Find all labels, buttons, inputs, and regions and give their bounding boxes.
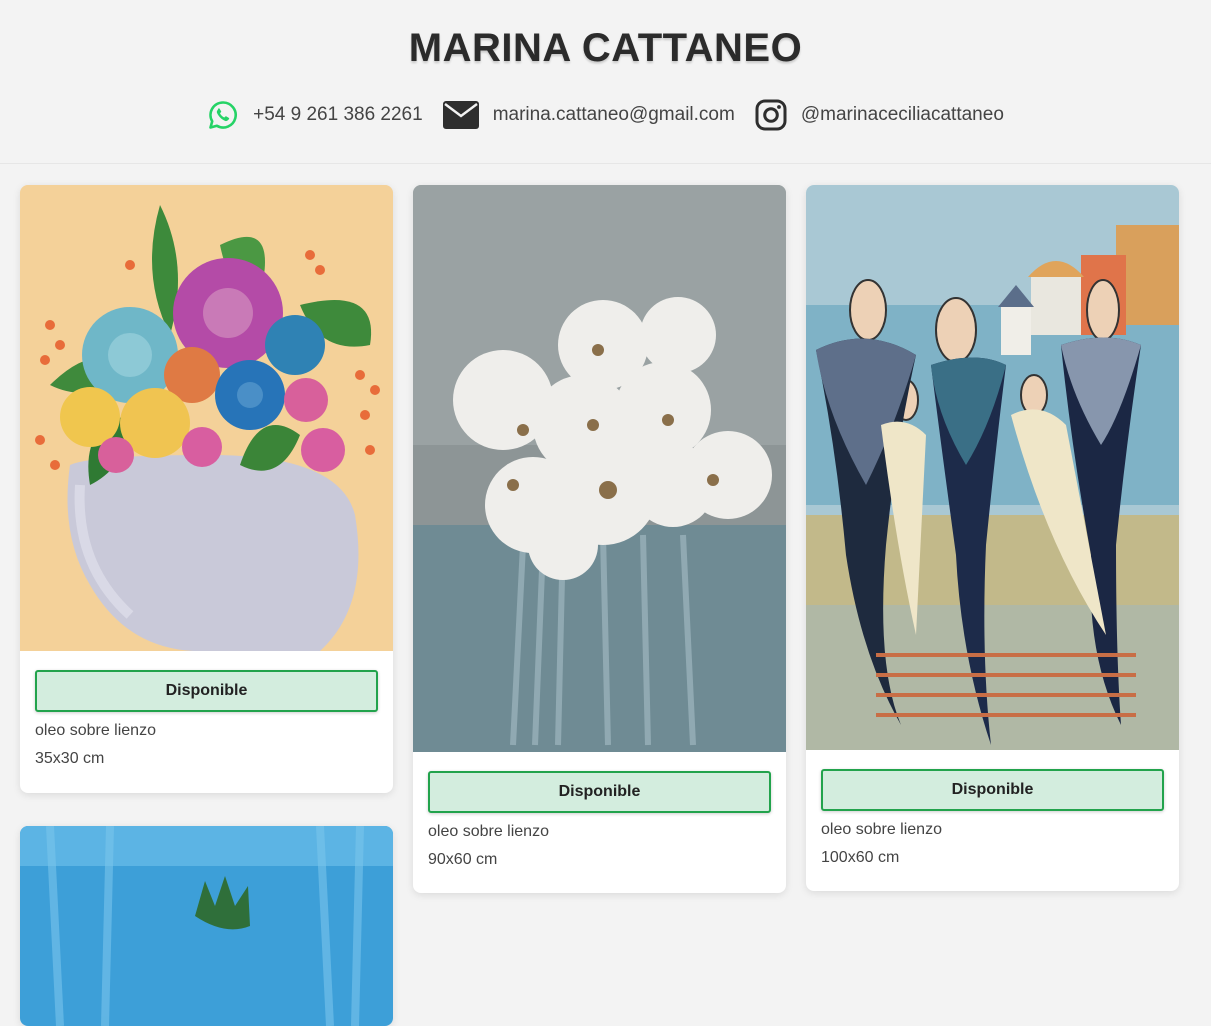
- envelope-icon: [442, 101, 479, 129]
- artwork-card[interactable]: Disponible oleo sobre lienzo 90x60 cm: [413, 185, 786, 893]
- artwork-technique: oleo sobre lienzo: [428, 823, 549, 840]
- whatsapp-link[interactable]: +54 9 261 386 2261: [207, 99, 423, 131]
- email-address: marina.cattaneo@gmail.com: [492, 104, 735, 125]
- artwork-size: 100x60 cm: [821, 849, 900, 866]
- artwork-technique: oleo sobre lienzo: [35, 722, 156, 739]
- artwork-card[interactable]: Disponible oleo sobre lienzo 100x60 cm: [806, 185, 1179, 891]
- artwork-technique: oleo sobre lienzo: [821, 821, 942, 838]
- site-header: MARINA CATTANEO +54 9 261 386 2261 marin…: [0, 0, 1211, 164]
- artwork-image[interactable]: [20, 185, 393, 651]
- contact-bar: +54 9 261 386 2261 marina.cattaneo@gmail…: [0, 96, 1211, 134]
- artwork-size: 90x60 cm: [428, 851, 498, 868]
- instagram-link[interactable]: @marinaceciliacattaneo: [755, 99, 1004, 131]
- artwork-image[interactable]: [413, 185, 786, 752]
- whatsapp-number: +54 9 261 386 2261: [253, 104, 423, 125]
- artwork-card[interactable]: [20, 826, 393, 1026]
- email-link[interactable]: marina.cattaneo@gmail.com: [442, 101, 735, 129]
- artwork-card[interactable]: Disponible oleo sobre lienzo 35x30 cm: [20, 185, 393, 793]
- status-badge[interactable]: Disponible: [428, 771, 771, 813]
- status-badge[interactable]: Disponible: [35, 670, 378, 712]
- instagram-icon: [755, 99, 787, 131]
- artwork-image[interactable]: [806, 185, 1179, 750]
- whatsapp-icon: [207, 99, 239, 131]
- status-badge[interactable]: Disponible: [821, 769, 1164, 811]
- instagram-handle: @marinaceciliacattaneo: [800, 104, 1004, 125]
- artwork-size: 35x30 cm: [35, 750, 105, 767]
- artwork-image[interactable]: [20, 826, 393, 1026]
- site-title: MARINA CATTANEO: [408, 26, 803, 70]
